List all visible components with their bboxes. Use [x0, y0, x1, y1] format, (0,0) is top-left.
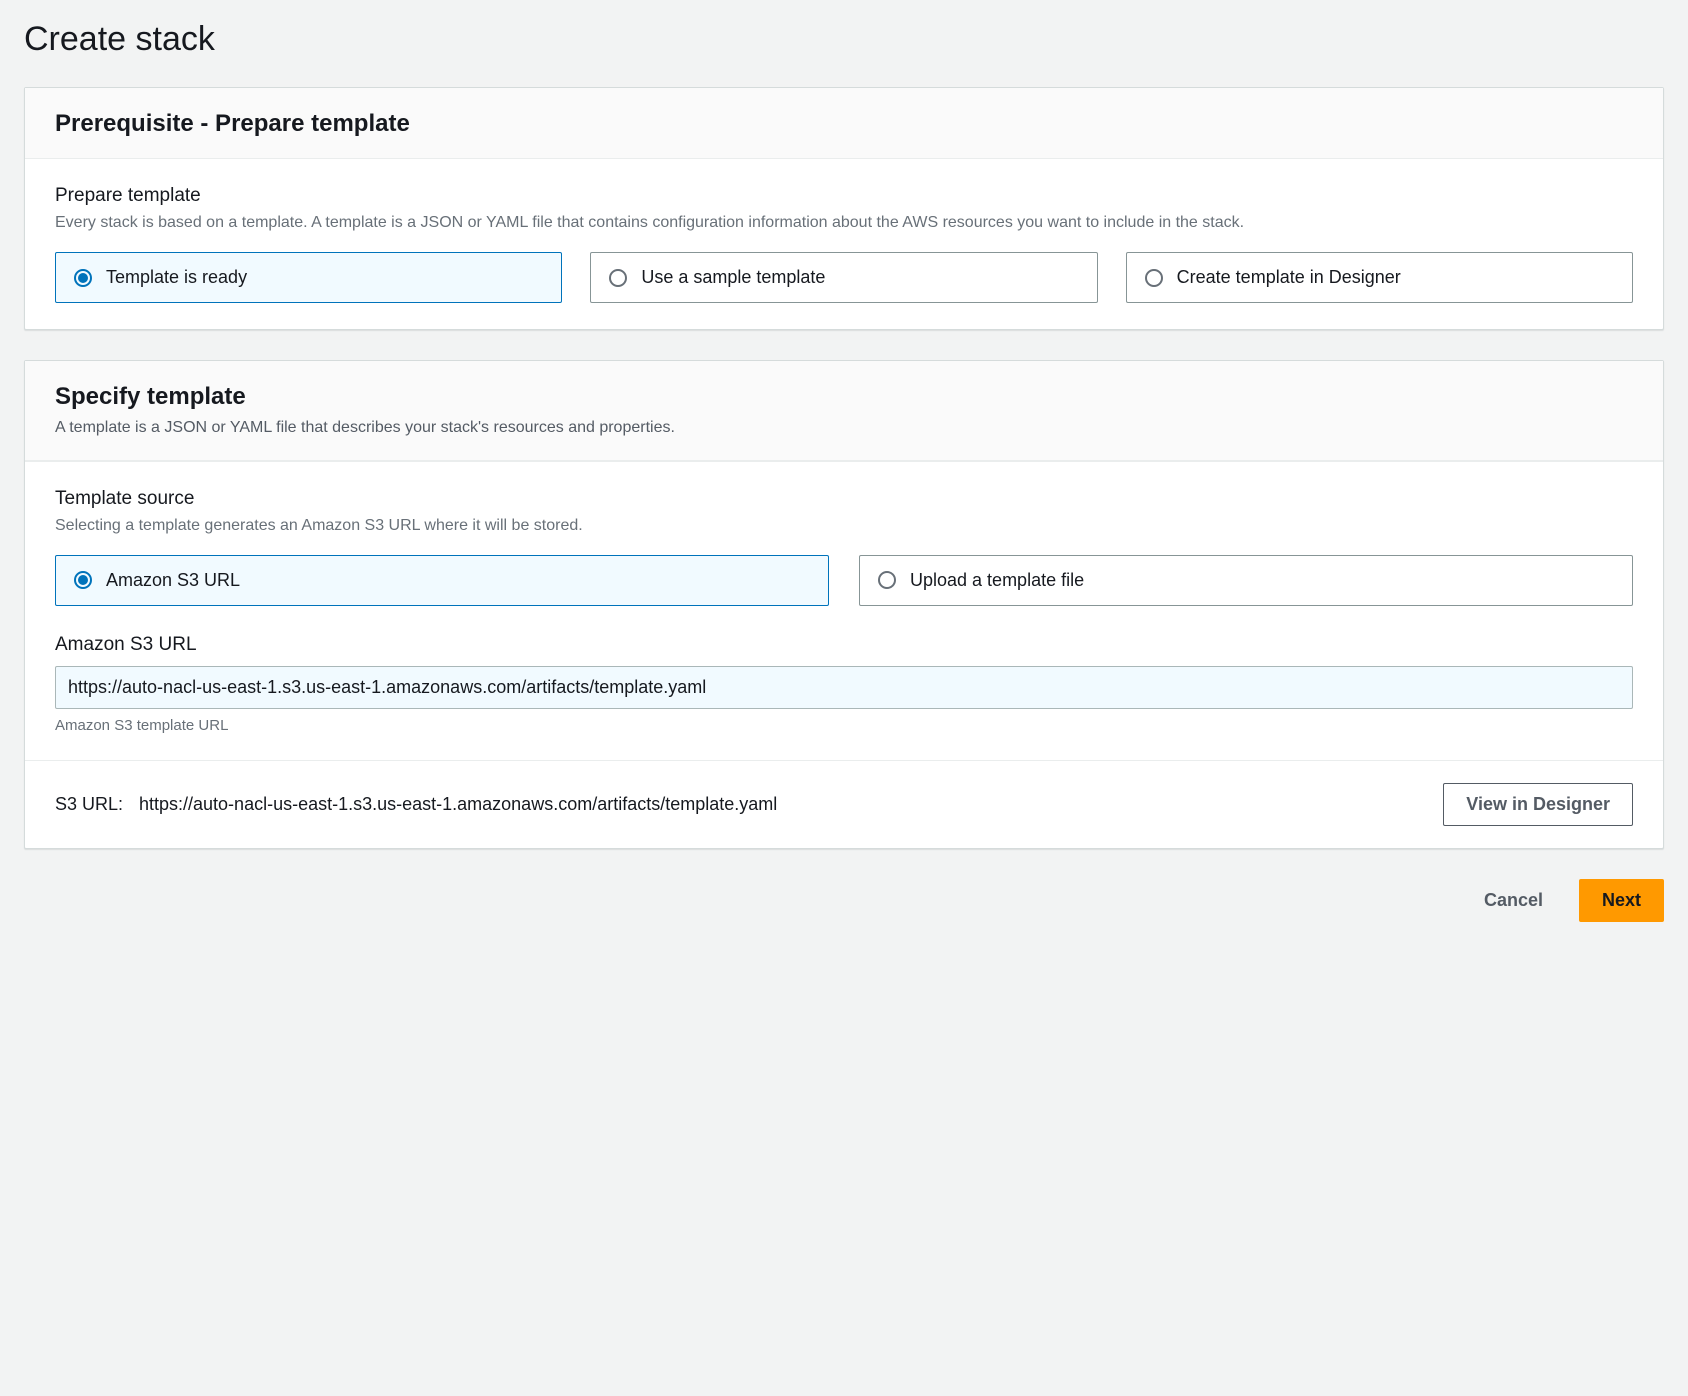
amazon-s3-url-help: Amazon S3 template URL: [55, 717, 1633, 734]
radio-upload-template[interactable]: Upload a template file: [859, 555, 1633, 606]
s3-url-key: S3 URL:: [55, 794, 125, 815]
specify-template-title: Specify template: [55, 383, 1633, 411]
next-button[interactable]: Next: [1579, 879, 1664, 922]
wizard-actions: Cancel Next: [24, 879, 1664, 922]
prerequisite-title: Prerequisite - Prepare template: [55, 110, 1633, 138]
radio-icon: [878, 571, 896, 589]
template-source-help: Selecting a template generates an Amazon…: [55, 514, 1633, 537]
specify-template-panel: Specify template A template is a JSON or…: [24, 360, 1664, 849]
amazon-s3-url-label: Amazon S3 URL: [55, 634, 1633, 656]
radio-amazon-s3-url[interactable]: Amazon S3 URL: [55, 555, 829, 606]
radio-icon: [609, 269, 627, 287]
specify-template-header: Specify template A template is a JSON or…: [25, 361, 1663, 460]
prepare-template-options: Template is ready Use a sample template …: [55, 252, 1633, 303]
radio-create-designer-label: Create template in Designer: [1177, 267, 1401, 288]
radio-use-sample[interactable]: Use a sample template: [590, 252, 1097, 303]
radio-create-designer[interactable]: Create template in Designer: [1126, 252, 1633, 303]
view-in-designer-button[interactable]: View in Designer: [1443, 783, 1633, 826]
prerequisite-body: Prepare template Every stack is based on…: [25, 159, 1663, 329]
radio-icon: [74, 269, 92, 287]
radio-icon: [1145, 269, 1163, 287]
cancel-button[interactable]: Cancel: [1462, 879, 1565, 922]
radio-template-ready-label: Template is ready: [106, 267, 247, 288]
s3-url-footer: S3 URL: https://auto-nacl-us-east-1.s3.u…: [25, 760, 1663, 848]
prerequisite-panel: Prerequisite - Prepare template Prepare …: [24, 87, 1664, 330]
radio-upload-template-label: Upload a template file: [910, 570, 1084, 591]
s3-url-display: S3 URL: https://auto-nacl-us-east-1.s3.u…: [55, 794, 777, 815]
page-title: Create stack: [24, 20, 1664, 59]
radio-use-sample-label: Use a sample template: [641, 267, 825, 288]
radio-template-ready[interactable]: Template is ready: [55, 252, 562, 303]
prepare-template-help: Every stack is based on a template. A te…: [55, 211, 1633, 234]
amazon-s3-url-input[interactable]: [55, 666, 1633, 709]
radio-icon: [74, 571, 92, 589]
s3-url-value: https://auto-nacl-us-east-1.s3.us-east-1…: [139, 794, 777, 815]
radio-amazon-s3-url-label: Amazon S3 URL: [106, 570, 240, 591]
prepare-template-label: Prepare template: [55, 185, 1633, 207]
template-source-label: Template source: [55, 488, 1633, 510]
specify-template-subhead: A template is a JSON or YAML file that d…: [55, 417, 1633, 439]
prerequisite-header: Prerequisite - Prepare template: [25, 88, 1663, 159]
amazon-s3-url-group: Amazon S3 URL Amazon S3 template URL: [55, 634, 1633, 734]
template-source-options: Amazon S3 URL Upload a template file: [55, 555, 1633, 606]
template-source-body: Template source Selecting a template gen…: [25, 461, 1663, 760]
